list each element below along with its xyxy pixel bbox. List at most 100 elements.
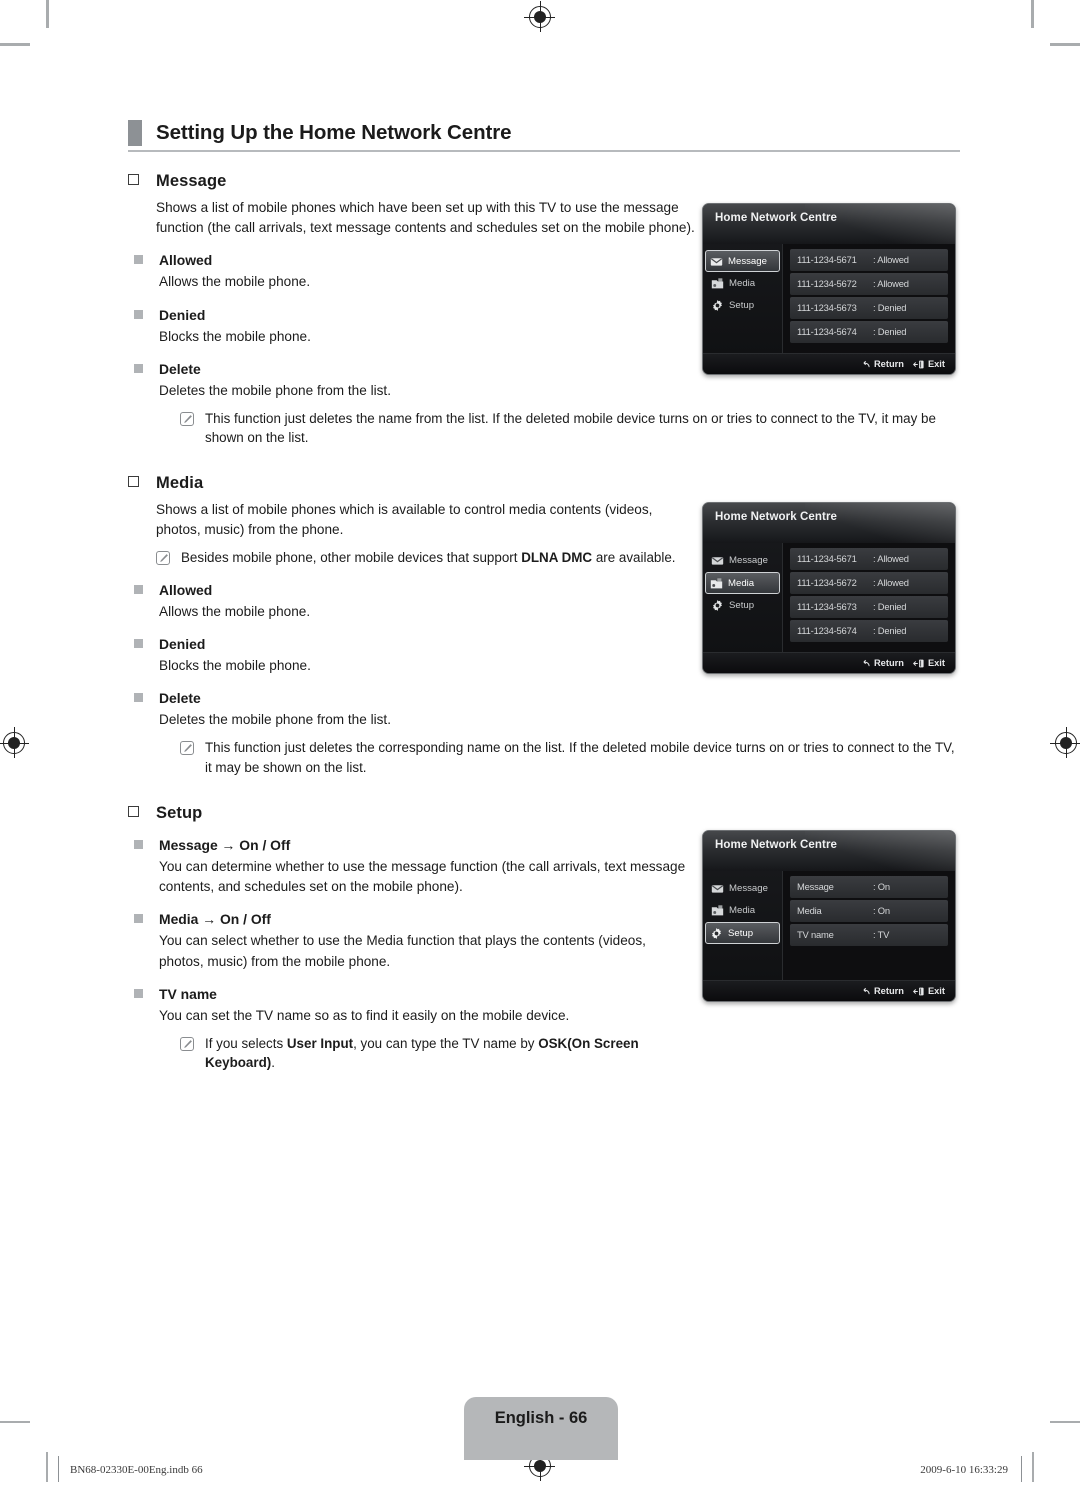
osd-screenshot-media: Home Network Centre Message Media Setup … [702,502,956,674]
note-text-mid: , you can type the TV name by [353,1036,539,1052]
osd-return-label: Return [873,658,904,668]
filled-square-bullet-icon [134,840,143,850]
osd-row-name: 111-1234-5671 [797,553,857,565]
subitem-desc: You can set the TV name so as to find it… [159,1007,570,1023]
registration-target-icon [1050,727,1080,758]
osd-row-name: 111-1234-5672 [797,577,857,589]
osd-exit-button[interactable]: Exit [912,359,945,369]
osd-menu-label: Setup [729,600,755,611]
crop-mark-bottom-right-vertical [1032,1452,1034,1482]
osd-list-row[interactable]: 111-1234-5671 : Allowed [790,548,948,570]
osd-body: Message Media Setup Message: On Media:… [703,871,955,981]
return-arrow-icon [863,987,870,994]
osd-menu-item-message[interactable]: Message [707,878,778,899]
open-square-bullet-icon [128,174,139,185]
section-body: Shows a list of mobile phones which is a… [156,501,653,538]
osd-list-row[interactable]: 111-1234-5674 : Denied [790,620,948,642]
osd-menu-item-setup[interactable]: Setup [707,595,778,616]
osd-return-button[interactable]: Return [862,658,904,668]
osd-footer: Return Exit [703,980,955,1001]
osd-menu: Message Media Setup [703,871,783,981]
filled-square-bullet-icon [134,584,143,594]
gear-icon [711,599,724,612]
osd-screenshot-message: Home Network Centre Message Media Setup … [702,203,956,375]
osd-list-row[interactable]: 111-1234-5673 : Denied [790,297,948,319]
crop-mark-mid-left [0,1421,30,1423]
exit-icon [912,987,924,995]
osd-list-row[interactable]: Media : On [790,900,948,922]
osd-row-value: : Allowed [873,278,909,290]
page-number-badge: English - 66 [464,1397,618,1460]
note-text-bold: DLNA DMC [521,550,593,566]
osd-menu-item-media[interactable]: Media [707,273,778,294]
subitem-label: Delete [159,690,201,707]
osd-menu-item-media[interactable]: Media [705,572,780,594]
osd-titlebar: Home Network Centre [703,831,955,871]
osd-menu-label: Message [728,255,767,267]
crop-mark-top-left-vertical [46,0,49,28]
subitem-label: Delete [159,360,201,377]
media-folder-icon [711,904,724,917]
note-text-pre: If you selects [205,1036,287,1052]
osd-row-value: : Allowed [873,577,909,589]
osd-list-row[interactable]: 111-1234-5672 : Allowed [790,572,948,594]
gear-icon [711,299,724,312]
footer-file-reference: BN68-02330E-00Eng.indb 66 [70,1464,203,1476]
osd-list-row[interactable]: 111-1234-5671 : Allowed [790,249,948,271]
osd-exit-button[interactable]: Exit [912,658,945,668]
osd-menu-item-message[interactable]: Message [705,250,780,272]
osd-settings-list: Message : On Media : On TV name : TV [783,871,955,981]
crop-mark-mid-right [1050,1421,1080,1423]
osd-list-row[interactable]: TV name : TV [790,924,948,946]
osd-return-label: Return [873,359,904,369]
osd-return-button[interactable]: Return [862,986,904,996]
osd-row-name: 111-1234-5674 [797,625,857,637]
note-text: If you selects User Input, you can type … [205,1034,692,1073]
osd-list-row[interactable]: 111-1234-5674 : Denied [790,321,948,343]
note-pencil-icon [180,1037,194,1052]
osd-menu: Message Media Setup [703,244,783,354]
osd-row-name: TV name [797,929,834,941]
osd-list-row[interactable]: 111-1234-5672 : Allowed [790,273,948,295]
filled-square-bullet-icon [134,693,143,703]
osd-row-value: : On [873,905,890,917]
osd-menu-label: Media [728,577,755,589]
filled-square-bullet-icon [134,638,143,648]
return-arrow-icon [863,659,870,666]
return-arrow-icon [863,360,870,367]
osd-menu-item-setup[interactable]: Setup [705,922,780,944]
osd-screenshot-setup: Home Network Centre Message Media Setup … [702,830,956,1002]
section-heading: Setup [128,804,960,823]
footer-rule-right [1021,1456,1022,1482]
filled-square-bullet-icon [134,255,143,265]
envelope-icon [711,882,724,895]
crop-mark-top-left-horizontal [0,43,30,46]
osd-row-name: 111-1234-5671 [797,254,857,266]
exit-icon [912,360,924,368]
section-title: Setup [156,804,203,823]
subitem-label: Denied [159,635,206,652]
osd-exit-label: Exit [927,359,945,369]
osd-menu-label: Message [729,555,768,566]
note-text-post: . [271,1055,275,1071]
filled-square-bullet-icon [134,914,143,924]
subitem-label: Denied [159,306,206,323]
envelope-icon [710,255,723,268]
osd-row-value: : Denied [873,601,907,613]
note-pencil-icon [180,741,194,756]
osd-list-row[interactable]: Message : On [790,876,948,898]
osd-menu-label: Message [729,883,768,894]
osd-row-value: : Denied [873,625,907,637]
osd-list-row[interactable]: 111-1234-5673 : Denied [790,596,948,618]
osd-exit-button[interactable]: Exit [912,986,945,996]
osd-title: Home Network Centre [715,839,838,851]
osd-menu-item-media[interactable]: Media [707,900,778,921]
osd-row-value: : Allowed [873,553,909,565]
osd-return-button[interactable]: Return [862,359,904,369]
note-message-delete: This function just deletes the name from… [180,409,960,448]
open-square-bullet-icon [128,806,139,818]
note-text-post: are available. [592,550,676,566]
osd-exit-label: Exit [927,986,945,996]
osd-menu-item-message[interactable]: Message [707,550,778,571]
osd-menu-item-setup[interactable]: Setup [707,295,778,316]
